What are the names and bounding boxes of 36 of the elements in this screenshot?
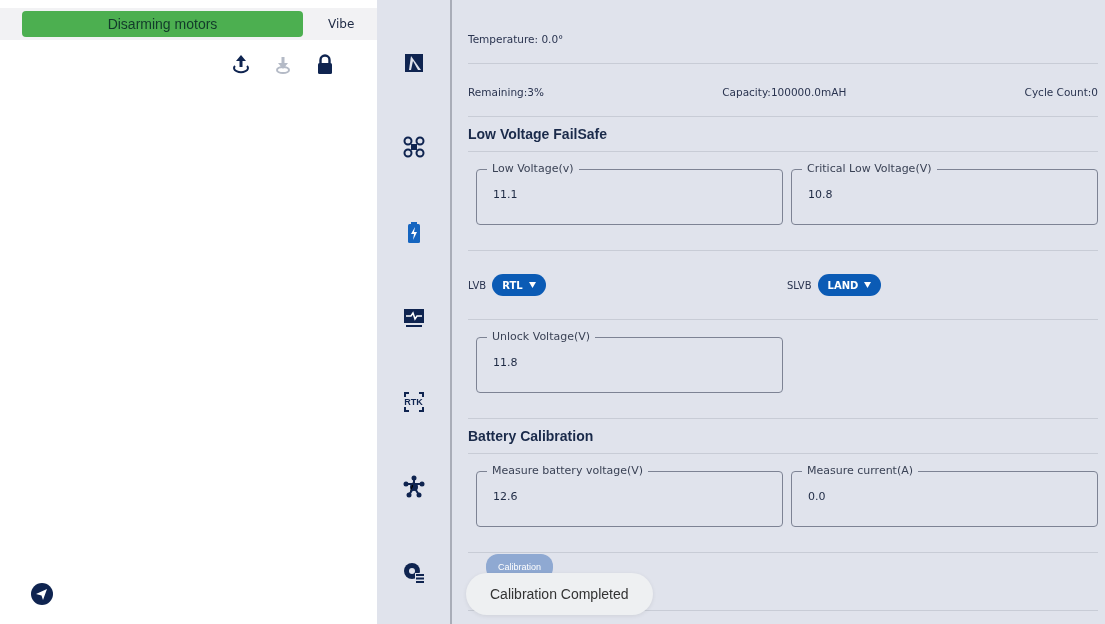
field-value: 11.1	[493, 187, 518, 201]
section-heading: Low Voltage FailSafe	[468, 117, 1098, 152]
select-label: SLVB	[787, 279, 812, 291]
drone-icon	[401, 135, 426, 159]
caret-icon	[864, 282, 872, 288]
input-field[interactable]: Critical Low Voltage(V) 10.8	[791, 162, 1098, 225]
network-icon	[401, 475, 426, 499]
field-value: 12.6	[493, 489, 518, 503]
input-field[interactable]: Measure battery voltage(V) 12.6	[476, 464, 783, 527]
dropdown-button[interactable]: RTL	[492, 274, 546, 296]
info-text: Capacity:100000.0mAH	[722, 86, 847, 99]
info-text: Temperature: 0.0°	[468, 33, 564, 46]
input-field[interactable]: Measure current(A) 0.0	[791, 464, 1098, 527]
toast-message: Calibration Completed	[466, 573, 653, 615]
field-value: 0.0	[808, 489, 826, 503]
frame-corners-icon	[401, 390, 426, 414]
icon-label: RTK	[404, 397, 423, 407]
field-label: Measure battery voltage(V)	[491, 464, 645, 478]
field-label: Critical Low Voltage(V)	[806, 162, 933, 176]
field-label: Unlock Voltage(V)	[491, 330, 592, 344]
dropdown-button[interactable]: LAND	[817, 274, 882, 296]
info-text: Remaining:3%	[468, 86, 544, 99]
input-field[interactable]: Low Voltage(v) 11.1	[476, 162, 783, 225]
input-field[interactable]: Unlock Voltage(V) 11.8	[476, 330, 783, 393]
tab[interactable]: Vibe	[303, 17, 355, 31]
send-icon[interactable]	[31, 583, 53, 605]
sidebar-item[interactable]: RTK	[399, 388, 428, 416]
caret-icon	[528, 282, 536, 288]
field-label: Measure current(A)	[806, 464, 915, 478]
status-button[interactable]: Disarming motors	[22, 11, 303, 37]
field-label: Low Voltage(v)	[491, 162, 575, 176]
section-heading: Battery Calibration	[468, 419, 1098, 454]
field-value: 10.8	[808, 187, 833, 201]
select-label: LVB	[468, 279, 487, 291]
field-value: 11.8	[493, 355, 518, 369]
info-text: Cycle Count:0	[1024, 86, 1098, 99]
